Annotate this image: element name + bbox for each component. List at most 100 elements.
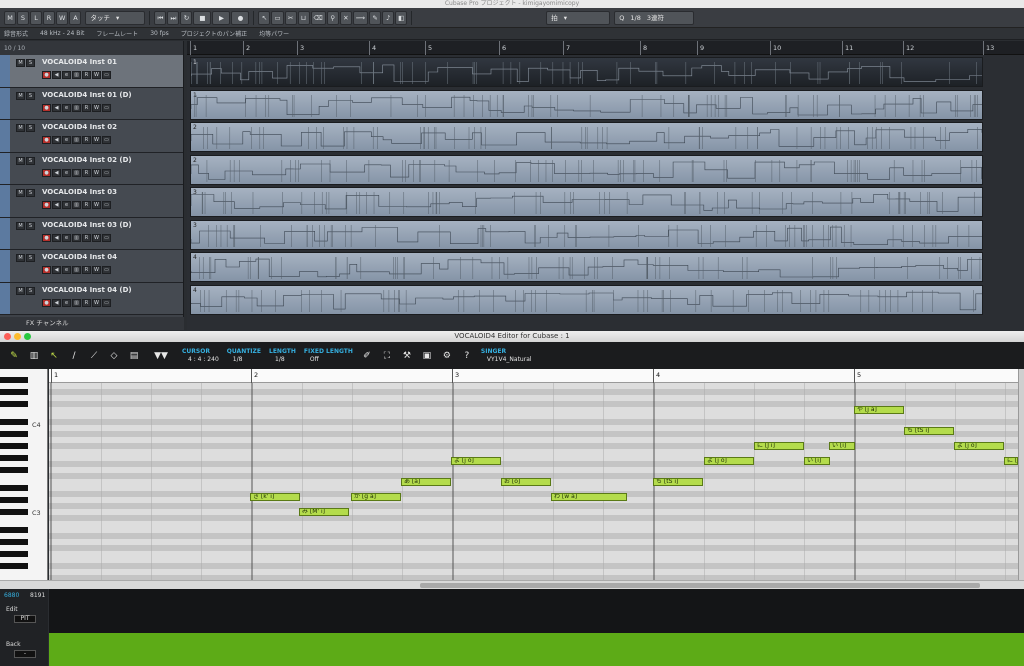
edit-instrument-icon[interactable]: e bbox=[62, 233, 71, 242]
split-tool-icon[interactable]: ✂ bbox=[284, 10, 297, 25]
inserts-icon[interactable]: ▭ bbox=[102, 103, 111, 112]
midi-event-part[interactable]: 2 bbox=[190, 122, 983, 152]
midi-icon[interactable]: ▥ bbox=[72, 298, 81, 307]
track-row[interactable]: M S VOCALOID4 Inst 03 (D) ● ◀ e ▥ R W ▭ bbox=[0, 217, 183, 250]
track-row[interactable]: M S VOCALOID4 Inst 02 (D) ● ◀ e ▥ R W ▭ bbox=[0, 152, 183, 185]
midi-event-part[interactable]: 4 bbox=[190, 284, 983, 315]
solo-button[interactable]: S bbox=[26, 59, 35, 67]
track-row[interactable]: M S VOCALOID4 Inst 01 (D) ● ◀ e ▥ R W ▭ bbox=[0, 87, 183, 120]
read-icon[interactable]: R bbox=[82, 233, 91, 242]
track-name[interactable]: VOCALOID4 Inst 02 (D) bbox=[42, 156, 132, 164]
vocal-note[interactable]: み [M' i] bbox=[299, 508, 349, 516]
vocal-note[interactable]: が [g a] bbox=[351, 493, 401, 501]
write-icon[interactable]: W bbox=[92, 103, 101, 112]
monitor-icon[interactable]: ◀ bbox=[52, 168, 61, 177]
monitor-icon[interactable]: ◀ bbox=[52, 298, 61, 307]
go-to-end-icon[interactable]: ⏭ bbox=[167, 10, 180, 25]
arrange-ruler[interactable]: 1 2 3 4 5 6 7 8 9 10 11 12 13 bbox=[187, 41, 1024, 55]
solo-button[interactable]: S bbox=[26, 156, 35, 165]
midi-icon[interactable]: ▥ bbox=[72, 168, 81, 177]
properties-icon[interactable]: ▣ bbox=[421, 350, 433, 362]
record-enable-icon[interactable]: ● bbox=[42, 233, 51, 242]
black-key[interactable] bbox=[0, 485, 28, 491]
edit-instrument-icon[interactable]: e bbox=[62, 266, 71, 274]
mute-all-button[interactable]: M bbox=[4, 10, 16, 25]
midi-icon[interactable]: ▥ bbox=[72, 233, 81, 242]
mute-button[interactable]: M bbox=[16, 221, 25, 230]
draw-tool-icon[interactable]: ✎ bbox=[369, 10, 382, 25]
zoom-tool-icon[interactable]: ⚲ bbox=[326, 10, 339, 25]
midi-event-part[interactable]: 3 bbox=[190, 187, 983, 217]
play-tool-icon[interactable]: ♪ bbox=[382, 10, 395, 25]
scrollbar-thumb[interactable] bbox=[420, 583, 980, 588]
eraser-tool-icon[interactable]: ◇ bbox=[108, 350, 120, 362]
line-tool-icon[interactable]: ⟋ bbox=[88, 350, 100, 362]
track-name[interactable]: VOCALOID4 Inst 03 (D) bbox=[42, 221, 132, 229]
black-key[interactable] bbox=[0, 509, 28, 515]
inserts-icon[interactable]: ▭ bbox=[102, 201, 111, 209]
midi-event-part[interactable]: 1 bbox=[190, 57, 983, 87]
mute-button[interactable]: M bbox=[16, 156, 25, 165]
fixed-length-select[interactable]: FIXED LENGTH Off bbox=[304, 348, 353, 364]
monitor-icon[interactable]: ◀ bbox=[52, 71, 61, 79]
inserts-icon[interactable]: ▭ bbox=[102, 71, 111, 79]
hammer-icon[interactable]: ⚒ bbox=[401, 350, 413, 362]
record-icon[interactable]: ● bbox=[231, 10, 250, 25]
glue-tool-icon[interactable]: ⊔ bbox=[297, 10, 310, 25]
monitor-icon[interactable]: ◀ bbox=[52, 233, 61, 242]
midi-event-part[interactable]: 1 bbox=[190, 89, 983, 120]
solo-button[interactable]: S bbox=[26, 189, 35, 197]
black-key[interactable] bbox=[0, 527, 28, 533]
midi-icon[interactable]: ▥ bbox=[72, 103, 81, 112]
play-icon[interactable]: ▶ bbox=[212, 10, 231, 25]
record-enable-icon[interactable]: ● bbox=[42, 168, 51, 177]
a-button[interactable]: A bbox=[69, 10, 82, 25]
edit-instrument-icon[interactable]: e bbox=[62, 103, 71, 112]
track-name[interactable]: VOCALOID4 Inst 03 bbox=[42, 188, 117, 196]
edit-parameter-select[interactable]: PIT bbox=[14, 615, 36, 623]
mute-button[interactable]: M bbox=[16, 124, 25, 132]
track-row[interactable]: M S VOCALOID4 Inst 03 ● ◀ e ▥ R W ▭ bbox=[0, 185, 183, 218]
arrange-area[interactable]: 1 2 3 4 5 6 7 8 9 10 11 12 13 11223344 bbox=[187, 41, 1024, 330]
vertical-scrollbar[interactable] bbox=[1018, 369, 1024, 580]
read-icon[interactable]: R bbox=[82, 298, 91, 307]
read-icon[interactable]: R bbox=[82, 136, 91, 144]
mute-button[interactable]: M bbox=[16, 59, 25, 67]
vocal-note[interactable]: わ [w a] bbox=[551, 493, 627, 501]
edit-instrument-icon[interactable]: e bbox=[62, 136, 71, 144]
pointer-tool-icon[interactable]: ↖ bbox=[48, 350, 60, 362]
vocal-note[interactable]: よ [j o] bbox=[954, 442, 1004, 450]
vocal-note[interactable]: よ [j o] bbox=[451, 457, 501, 465]
quantize-select[interactable]: QUANTIZE 1/8 bbox=[227, 348, 261, 364]
read-automation-button[interactable]: R bbox=[43, 10, 55, 25]
solo-button[interactable]: S bbox=[26, 254, 35, 262]
vocal-note[interactable]: い [i] bbox=[829, 442, 855, 450]
vocal-note[interactable]: に [J i] bbox=[1004, 457, 1018, 465]
record-enable-icon[interactable]: ● bbox=[42, 298, 51, 307]
black-key[interactable] bbox=[0, 377, 28, 383]
record-enable-icon[interactable]: ● bbox=[42, 103, 51, 112]
track-row[interactable]: M S VOCALOID4 Inst 04 ● ◀ e ▥ R W ▭ bbox=[0, 250, 183, 283]
frame-rate-label[interactable]: フレームレート bbox=[96, 29, 138, 38]
edit-instrument-icon[interactable]: e bbox=[62, 298, 71, 307]
solo-button[interactable]: S bbox=[26, 286, 35, 295]
inserts-icon[interactable]: ▭ bbox=[102, 136, 111, 144]
track-name[interactable]: VOCALOID4 Inst 02 bbox=[42, 123, 117, 131]
track-row[interactable]: M S VOCALOID4 Inst 04 (D) ● ◀ e ▥ R W ▭ bbox=[0, 282, 183, 315]
fx-channel-folder[interactable]: FX チャンネル bbox=[0, 317, 184, 330]
color-tool-icon[interactable]: ◧ bbox=[395, 10, 408, 25]
read-icon[interactable]: R bbox=[82, 103, 91, 112]
singer-select[interactable]: SINGER VY1V4_Natural bbox=[481, 348, 532, 364]
inserts-icon[interactable]: ▭ bbox=[102, 266, 111, 274]
keyboard-icon[interactable]: ▥ bbox=[28, 350, 40, 362]
piano-roll[interactable]: 1 2 3 4 5 き [k' i] み [M' i] が [g a] あ [a] よ [j o… bbox=[49, 369, 1018, 580]
mute-button[interactable]: M bbox=[16, 286, 25, 295]
vocal-note[interactable]: お [o] bbox=[501, 478, 551, 486]
edit-instrument-icon[interactable]: e bbox=[62, 201, 71, 209]
write-icon[interactable]: W bbox=[92, 266, 101, 274]
time-warp-tool-icon[interactable]: ⟿ bbox=[352, 10, 369, 25]
midi-icon[interactable]: ▥ bbox=[72, 71, 81, 79]
pen-tool-icon[interactable]: ∕ bbox=[68, 350, 80, 362]
pencil-tool-icon[interactable]: ✎ bbox=[8, 350, 20, 362]
snap-type-select[interactable]: 拍 ▾ bbox=[546, 10, 611, 25]
